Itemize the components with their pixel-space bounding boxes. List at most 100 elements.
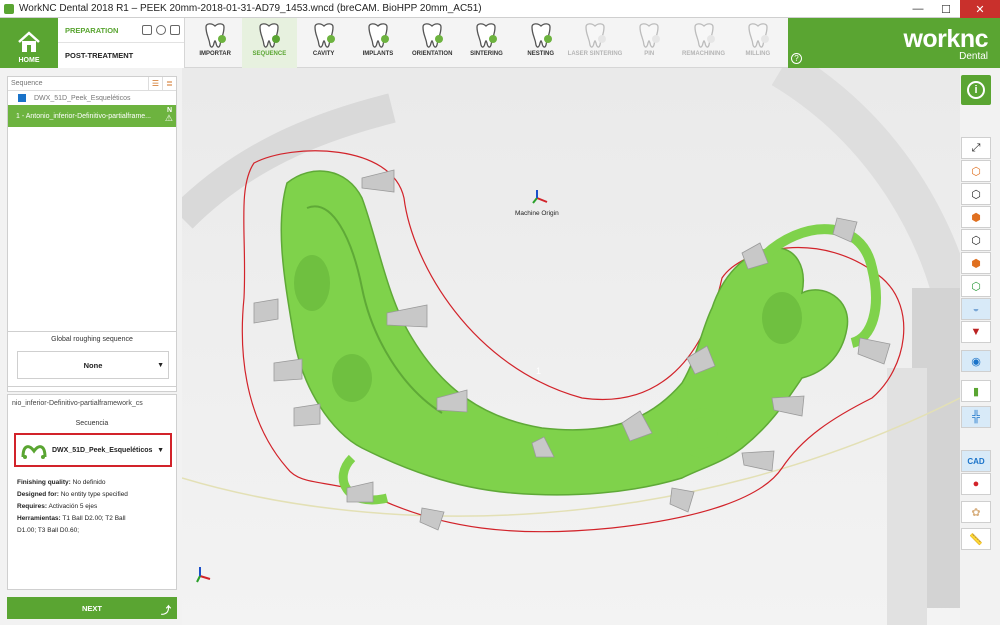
- dropdown-arrow-icon: ▼: [157, 361, 164, 369]
- step-label: MILLING: [745, 51, 771, 57]
- requires-value: Activación 5 ejes: [48, 503, 98, 510]
- magic-wand-icon: ⤴: [161, 606, 171, 617]
- step-sequence[interactable]: SEQUENCE: [242, 18, 297, 68]
- tooth-step-icon: [422, 23, 444, 48]
- view-top-button[interactable]: ⬡: [961, 160, 991, 182]
- preparation-label: PREPARATION: [65, 25, 119, 35]
- sequence-item-label: 1 - Antonio_inferior-Definitivo-partialf…: [16, 112, 152, 120]
- sort-icon[interactable]: ≣: [162, 77, 176, 90]
- support-pin: [361, 169, 395, 193]
- home-button[interactable]: HOME: [0, 18, 58, 68]
- cube-nc-icon: ⬡: [971, 280, 981, 293]
- sequence-detail-panel: nio_inferior-Definitivo-partialframework…: [7, 394, 177, 590]
- display-stock-button[interactable]: ◉: [961, 350, 991, 372]
- post-treatment-tab[interactable]: POST-TREATMENT: [58, 43, 184, 68]
- step-nesting[interactable]: NESTING: [514, 18, 568, 68]
- sequence-search-input[interactable]: [8, 77, 148, 90]
- part-color-icon: [18, 94, 26, 102]
- machine-origin-label: Machine Origin: [515, 210, 559, 217]
- cube-right-icon: ⬢: [971, 211, 981, 224]
- tooth-step-icon: [639, 23, 661, 48]
- tooth-step-icon: [314, 23, 335, 48]
- stock-disc-icon: ◉: [971, 355, 981, 368]
- tooth-step-icon: [585, 23, 606, 48]
- machine-origin-gizmo: [532, 190, 548, 204]
- alert-icon: ●: [972, 478, 980, 490]
- list-view-icon[interactable]: ☰: [148, 77, 162, 90]
- view-left-button[interactable]: ⬡: [961, 229, 991, 251]
- step-importar[interactable]: IMPORTAR: [188, 18, 242, 68]
- next-button[interactable]: NEXT ⤴: [7, 597, 177, 619]
- 3d-viewport[interactable]: Machine Origin 1: [182, 68, 960, 625]
- minimize-button[interactable]: —: [904, 0, 932, 18]
- cube-wire-icon: ⬡: [971, 188, 981, 201]
- cad-icon: CAD: [967, 456, 985, 466]
- axis-triad: [196, 567, 211, 583]
- alert-button[interactable]: ●: [961, 473, 991, 495]
- save-icon[interactable]: [142, 25, 152, 35]
- display-cad-button[interactable]: CAD: [961, 450, 991, 472]
- framework-tooth-pad-2: [332, 354, 372, 402]
- roughing-select[interactable]: None ▼: [17, 351, 169, 379]
- detail-section-label: Secuencia: [75, 420, 109, 427]
- part-name: DWX_51D_Peek_Esqueléticos: [34, 94, 131, 102]
- step-laser-sintering[interactable]: LASER SINTERING: [568, 18, 622, 68]
- fit-view-button[interactable]: ⤢: [961, 137, 991, 159]
- cube-left-icon: ⬡: [971, 234, 981, 247]
- step-cavity[interactable]: CAVITY: [297, 18, 351, 68]
- info-button[interactable]: i: [961, 75, 991, 105]
- step-milling[interactable]: MILLING: [731, 18, 785, 68]
- preparation-panel: PREPARATION POST-TREATMENT: [58, 18, 185, 68]
- tooth-step-icon: [259, 23, 281, 48]
- tools-label: Herramientas:: [17, 515, 61, 522]
- step-orientation[interactable]: ORIENTATION: [405, 18, 459, 68]
- ruler-icon: 📏: [969, 533, 983, 546]
- sequence-part[interactable]: DWX_51D_Peek_Esqueléticos: [8, 91, 176, 105]
- home-label: HOME: [18, 57, 40, 64]
- window-title: WorkNC Dental 2018 R1 – PEEK 20mm-2018-0…: [19, 3, 482, 14]
- view-iso-button[interactable]: ⬢: [961, 252, 991, 274]
- help-icon[interactable]: ?: [791, 53, 802, 64]
- close-button[interactable]: ✕: [960, 0, 1000, 18]
- view-front-button[interactable]: ⬡: [961, 183, 991, 205]
- support-pin: [669, 487, 695, 513]
- step-label: IMPLANTS: [362, 51, 394, 57]
- display-texture-button[interactable]: ✿: [961, 501, 991, 523]
- framework-body: [280, 170, 849, 496]
- sequence-select[interactable]: DWX_51D_Peek_Esqueléticos ▼: [14, 433, 172, 467]
- axis-y: [196, 575, 201, 583]
- tooth-icon: ◒: [972, 303, 980, 315]
- detail-file-title: nio_inferior-Definitivo-partialframework…: [12, 400, 143, 407]
- window-title-bar: WorkNC Dental 2018 R1 – PEEK 20mm-2018-0…: [0, 0, 1000, 18]
- support-pin: [419, 507, 445, 531]
- step-label: ORIENTATION: [411, 51, 453, 57]
- preparation-tab[interactable]: PREPARATION: [58, 18, 184, 43]
- measure-button[interactable]: 📏: [961, 528, 991, 550]
- display-crown-button[interactable]: ▼: [961, 321, 991, 343]
- brand-subtitle: Dental: [959, 51, 988, 62]
- designed-value: No entity type specified: [60, 491, 128, 498]
- next-label: NEXT: [81, 603, 102, 613]
- tooth-step-icon: [531, 23, 552, 48]
- export-icon[interactable]: [170, 25, 180, 35]
- brand-panel: worknc Dental ?: [788, 18, 1000, 68]
- step-pin[interactable]: PIN: [622, 18, 676, 68]
- view-nc-button[interactable]: ⬡: [961, 275, 991, 297]
- support-pin: [253, 298, 279, 324]
- settings-icon[interactable]: [156, 25, 166, 35]
- post-treatment-label: POST-TREATMENT: [65, 51, 134, 60]
- display-tooth-button[interactable]: ◒: [961, 298, 991, 320]
- sequence-select-value: DWX_51D_Peek_Esqueléticos: [52, 446, 153, 454]
- tooth-step-icon: [205, 23, 227, 48]
- step-remachining[interactable]: REMACHINING: [676, 18, 730, 68]
- view-right-button[interactable]: ⬢: [961, 206, 991, 228]
- sequence-properties: Finishing quality: No definido Designed …: [17, 477, 173, 537]
- step-implants[interactable]: IMPLANTS: [351, 18, 405, 68]
- tools-value: T1 Ball D2.00; T2 Ball: [62, 515, 126, 522]
- display-pins-button[interactable]: ▮: [961, 380, 991, 402]
- display-nc-button[interactable]: ╬: [961, 406, 991, 428]
- maximize-button[interactable]: ☐: [932, 0, 960, 18]
- cube-iso-icon: ⬢: [971, 257, 981, 270]
- step-sintering[interactable]: SINTERING: [459, 18, 513, 68]
- sequence-item[interactable]: 1 - Antonio_inferior-Definitivo-partialf…: [8, 105, 176, 127]
